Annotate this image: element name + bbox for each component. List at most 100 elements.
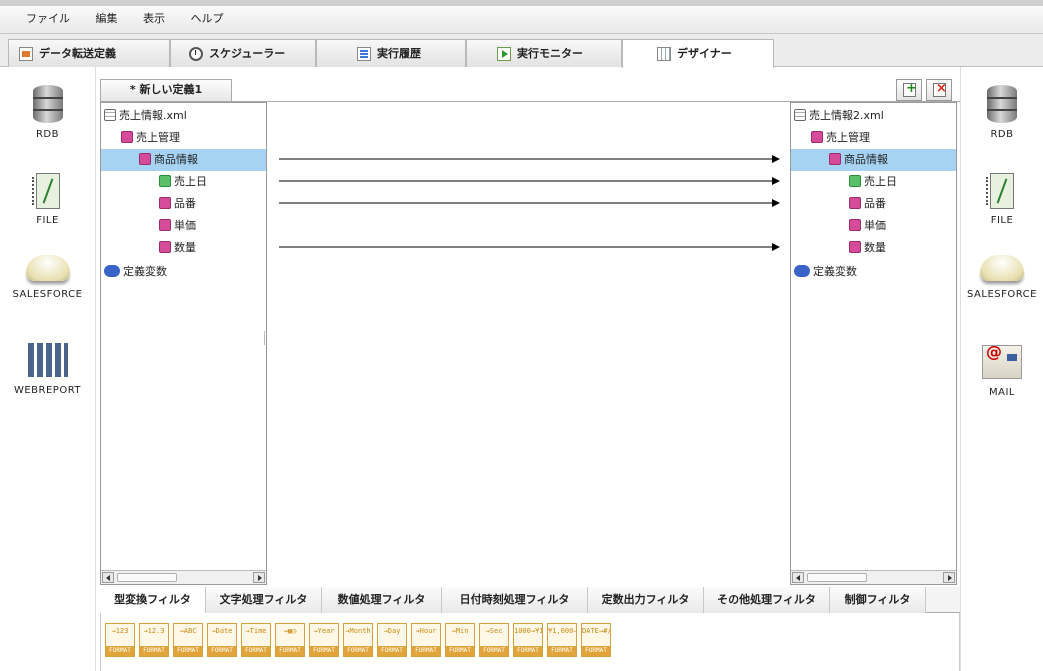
filter-to-month-button[interactable]: →Month FORMAT [343, 623, 373, 657]
tree-node[interactable]: 数量 [101, 237, 266, 259]
tab-type-conversion-filter[interactable]: 型変換フィルタ [100, 587, 206, 614]
filter-bottom-label: FORMAT [140, 646, 168, 656]
target-mail[interactable]: MAIL [961, 342, 1043, 398]
tab-scheduler[interactable]: スケジューラー [170, 39, 316, 67]
delete-definition-button[interactable] [926, 79, 952, 101]
tree-variables[interactable]: 定義変数 [101, 261, 266, 283]
filter-top-label: →Date [211, 627, 233, 635]
tab-other-filter[interactable]: その他処理フィルタ [704, 587, 830, 613]
tree-node[interactable]: 売上日 [791, 171, 956, 193]
tab-datetime-filter[interactable]: 日付時刻処理フィルタ [442, 587, 588, 613]
filter-from-currency-button[interactable]: ¥1,000→1000 FORMAT [547, 623, 577, 657]
target-salesforce-label: SALESFORCE [967, 289, 1037, 300]
filter-top-label: DATE→#/#/# [582, 627, 610, 635]
tree-node[interactable]: 単価 [101, 215, 266, 237]
filter-top-label: →Month [345, 627, 371, 635]
tree-node[interactable]: 売上管理 [101, 127, 266, 149]
tree-node[interactable]: 数量 [791, 237, 956, 259]
target-tree-panel: 売上情報2.xml 売上管理 商品情報 売上日 品番 単価 数量 定義変数 [790, 102, 957, 585]
file-icon [986, 173, 1014, 209]
filter-bottom-label: FORMAT [242, 646, 270, 656]
menu-edit[interactable]: 編集 [96, 6, 118, 32]
database-icon [32, 85, 63, 123]
filter-to-string-button[interactable]: →ABC FORMAT [173, 623, 203, 657]
scroll-right-arrow-icon[interactable] [253, 572, 265, 583]
source-file[interactable]: FILE [0, 173, 95, 226]
filter-to-date-button[interactable]: →Date FORMAT [207, 623, 237, 657]
filter-bottom-label: FORMAT [310, 646, 338, 656]
element-icon [159, 197, 171, 209]
source-tree-panel: 売上情報.xml 売上管理 商品情報 売上日 品番 単価 数量 定義変数 [100, 102, 267, 585]
tab-transfer-definition[interactable]: データ転送定義 [8, 39, 170, 67]
tree-node-selected[interactable]: 商品情報 [791, 149, 956, 171]
mapping-canvas: 売上情報.xml 売上管理 商品情報 売上日 品番 単価 数量 定義変数 売上情… [100, 101, 960, 596]
horizontal-scrollbar[interactable] [791, 570, 956, 584]
target-connector-palette: RDB FILE SALESFORCE MAIL [960, 67, 1043, 671]
filter-date-format-button[interactable]: DATE→#/#/# FORMAT [581, 623, 611, 657]
filter-bottom-label: FORMAT [548, 646, 576, 656]
filter-to-datetime-button[interactable]: →▦◷ FORMAT [275, 623, 305, 657]
horizontal-scrollbar[interactable] [101, 570, 266, 584]
tree-root-label: 売上情報.xml [119, 109, 187, 122]
webreport-icon [27, 343, 68, 377]
tab-designer[interactable]: デザイナー [622, 39, 774, 68]
filter-to-second-button[interactable]: →Sec FORMAT [479, 623, 509, 657]
tree-root[interactable]: 売上情報.xml [101, 105, 266, 127]
tree-node-label: 売上管理 [826, 131, 870, 144]
element-icon [811, 131, 823, 143]
filter-top-label: →Min [451, 627, 469, 635]
tab-numeric-filter[interactable]: 数値処理フィルタ [322, 587, 442, 613]
menu-file[interactable]: ファイル [26, 6, 70, 32]
tab-constant-filter[interactable]: 定数出力フィルタ [588, 587, 704, 613]
target-rdb[interactable]: RDB [961, 85, 1043, 140]
filter-to-hour-button[interactable]: →Hour FORMAT [411, 623, 441, 657]
filter-to-integer-button[interactable]: →123 FORMAT [105, 623, 135, 657]
tree-node[interactable]: 売上管理 [791, 127, 956, 149]
filter-to-currency-button[interactable]: 1000→¥1,000 FORMAT [513, 623, 543, 657]
menu-view[interactable]: 表示 [143, 6, 165, 32]
filter-to-decimal-button[interactable]: →12.3 FORMAT [139, 623, 169, 657]
mapping-lines [279, 155, 780, 251]
filter-bottom-label: FORMAT [344, 646, 372, 656]
source-file-label: FILE [36, 215, 59, 226]
scroll-left-arrow-icon[interactable] [102, 572, 114, 583]
tree-node[interactable]: 売上日 [101, 171, 266, 193]
menu-help[interactable]: ヘルプ [191, 6, 224, 32]
filter-to-minute-button[interactable]: →Min FORMAT [445, 623, 475, 657]
splitter-handle[interactable] [790, 331, 791, 345]
tree-node-selected[interactable]: 商品情報 [101, 149, 266, 171]
tree-variables[interactable]: 定義変数 [791, 261, 956, 283]
tab-control-filter[interactable]: 制御フィルタ [830, 587, 926, 613]
definition-tab[interactable]: * 新しい定義1 [100, 79, 232, 101]
filter-to-time-button[interactable]: →Time FORMAT [241, 623, 271, 657]
tab-string-filter[interactable]: 文字処理フィルタ [206, 587, 322, 613]
target-rdb-label: RDB [990, 129, 1014, 140]
element-icon [159, 241, 171, 253]
tree-node[interactable]: 品番 [101, 193, 266, 215]
scroll-left-arrow-icon[interactable] [792, 572, 804, 583]
filter-bottom-label: FORMAT [276, 646, 304, 656]
filter-to-year-button[interactable]: →Year FORMAT [309, 623, 339, 657]
scroll-thumb[interactable] [117, 573, 177, 582]
tree-node[interactable]: 単価 [791, 215, 956, 237]
tree-node-label: 品番 [864, 197, 886, 210]
filter-to-day-button[interactable]: →Day FORMAT [377, 623, 407, 657]
tab-execution-history[interactable]: 実行履歴 [316, 39, 466, 67]
tree-root-label: 売上情報2.xml [809, 109, 884, 122]
element-icon [121, 131, 133, 143]
filter-bottom-label: FORMAT [412, 646, 440, 656]
source-salesforce[interactable]: SALESFORCE [0, 255, 95, 300]
target-file[interactable]: FILE [961, 173, 1043, 226]
tree-root[interactable]: 売上情報2.xml [791, 105, 956, 127]
target-salesforce[interactable]: SALESFORCE [961, 255, 1043, 300]
tree-node[interactable]: 品番 [791, 193, 956, 215]
menu-bar: ファイル 編集 表示 ヘルプ [0, 0, 1043, 34]
add-definition-button[interactable] [896, 79, 922, 101]
delete-icon [933, 81, 947, 97]
scroll-thumb[interactable] [807, 573, 867, 582]
tab-execution-monitor[interactable]: 実行モニター [466, 39, 622, 67]
source-rdb[interactable]: RDB [0, 85, 95, 140]
scroll-right-arrow-icon[interactable] [943, 572, 955, 583]
tree-node-label: 数量 [864, 241, 886, 254]
source-webreport[interactable]: WEBREPORT [0, 343, 95, 396]
